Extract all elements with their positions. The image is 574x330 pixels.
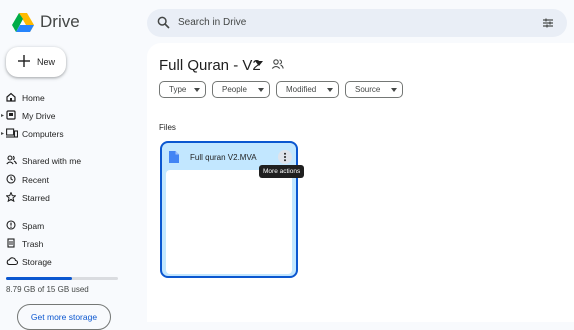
star-icon: [6, 192, 16, 202]
drive-logo-icon[interactable]: [12, 13, 34, 32]
home-icon: [6, 92, 16, 102]
new-button[interactable]: New: [6, 47, 66, 77]
sidebar-item-label: Recent: [22, 175, 49, 185]
filter-chip-label: Type: [169, 85, 187, 94]
file-card[interactable]: Full quran V2.MVA: [160, 141, 298, 278]
chevron-down-icon: [258, 88, 264, 92]
sidebar-item-label: Shared with me: [22, 156, 82, 166]
get-more-storage-button[interactable]: Get more storage: [17, 304, 111, 330]
cloud-icon: [6, 256, 18, 266]
main-panel: Full Quran - V2 Type People Modified Sou…: [147, 43, 574, 322]
filter-chip-label: People: [222, 85, 247, 94]
sidebar-item-computers[interactable]: ▸ Computers: [0, 125, 140, 143]
file-preview[interactable]: [166, 170, 292, 274]
sidebar-item-label: Home: [22, 93, 45, 103]
sidebar-item-trash[interactable]: Trash: [0, 235, 140, 253]
filter-chip-label: Source: [355, 85, 381, 94]
sidebar-item-home[interactable]: Home: [0, 89, 140, 107]
get-more-storage-label: Get more storage: [30, 312, 98, 322]
sidebar-item-starred[interactable]: Starred: [0, 189, 140, 207]
more-vert-icon: [284, 152, 286, 162]
new-button-label: New: [37, 57, 56, 67]
sidebar-item-shared-with-me[interactable]: Shared with me: [0, 152, 140, 170]
sidebar-item-label: Spam: [22, 221, 45, 231]
search-icon[interactable]: [157, 16, 170, 29]
expand-icon[interactable]: ▸: [1, 130, 4, 137]
sidebar-item-spam[interactable]: Spam: [0, 217, 140, 235]
sidebar-item-recent[interactable]: Recent: [0, 171, 140, 189]
filter-chip-type[interactable]: Type: [159, 81, 206, 98]
sidebar-item-label: Trash: [22, 239, 44, 249]
clock-icon: [6, 174, 16, 184]
chevron-down-icon[interactable]: [255, 61, 263, 66]
filter-chip-modified[interactable]: Modified: [276, 81, 339, 98]
more-actions-tooltip: More actions: [259, 165, 305, 178]
expand-icon[interactable]: ▸: [1, 112, 4, 119]
sidebar-item-storage[interactable]: Storage: [0, 253, 140, 271]
sidebar-item-label: My Drive: [22, 111, 56, 121]
chevron-down-icon: [391, 88, 397, 92]
trash-icon: [6, 238, 16, 248]
search-options-icon[interactable]: [542, 17, 554, 29]
search-input[interactable]: Search in Drive: [178, 17, 246, 28]
filter-chip-label: Modified: [286, 85, 317, 94]
my-drive-icon: [6, 110, 16, 120]
search-bar[interactable]: Search in Drive: [147, 9, 567, 37]
storage-bar-fill: [6, 277, 72, 280]
shared-people-icon[interactable]: [271, 58, 284, 70]
computers-icon: [6, 128, 18, 138]
video-file-icon: [169, 151, 179, 163]
storage-bar: [6, 277, 118, 280]
sidebar-item-label: Storage: [22, 257, 52, 267]
app-name[interactable]: Drive: [40, 12, 80, 32]
chevron-down-icon: [327, 88, 333, 92]
storage-usage-text: 8.79 GB of 15 GB used: [6, 285, 89, 294]
sidebar-item-label: Computers: [22, 129, 64, 139]
folder-title[interactable]: Full Quran - V2: [159, 57, 261, 74]
filter-chip-source[interactable]: Source: [345, 81, 403, 98]
plus-icon: [17, 54, 31, 68]
spam-icon: [6, 220, 16, 230]
more-actions-button[interactable]: [278, 150, 292, 164]
people-icon: [6, 155, 17, 165]
files-section-label: Files: [159, 123, 176, 132]
sidebar-item-my-drive[interactable]: ▸ My Drive: [0, 107, 140, 125]
sidebar-item-label: Starred: [22, 193, 50, 203]
file-name: Full quran V2.MVA: [190, 153, 257, 162]
filter-chip-people[interactable]: People: [212, 81, 270, 98]
chevron-down-icon: [194, 88, 200, 92]
